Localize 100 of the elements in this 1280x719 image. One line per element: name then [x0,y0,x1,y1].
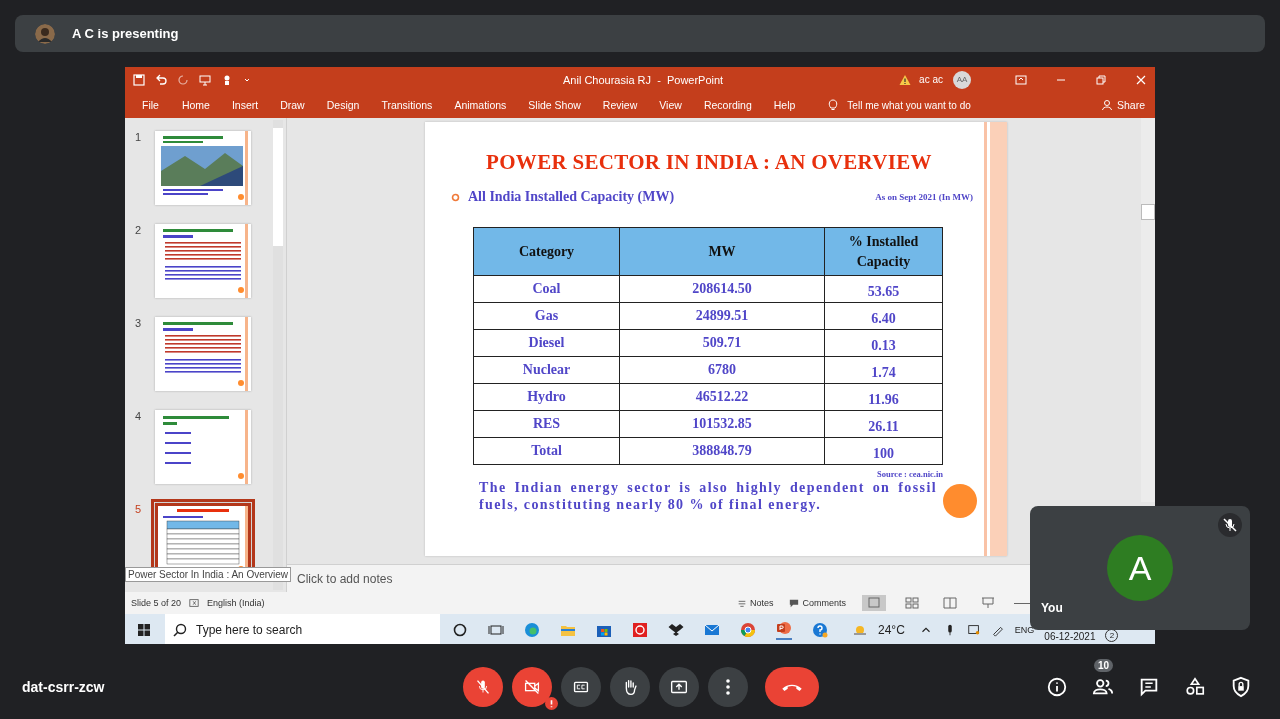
comments-button[interactable]: Comments [789,598,846,608]
slide-thumbnail[interactable] [155,410,251,484]
language-label[interactable]: English (India) [207,598,265,608]
table-cell: 388848.79 [619,437,825,465]
slide-thumbnail[interactable] [155,131,251,205]
ribbon-tab[interactable]: Slide Show [528,99,581,111]
shield-lock-icon[interactable] [1230,676,1252,698]
ribbon-tab[interactable]: View [659,99,682,111]
ribbon-tab[interactable]: Recording [703,99,752,111]
column-header: Category [473,227,620,276]
person-icon [1100,99,1113,111]
more-options-button[interactable] [708,667,748,707]
present-button[interactable] [659,667,699,707]
table-cell: 100 [824,437,943,465]
table-cell: Coal [473,275,620,303]
table-cell: 208614.50 [619,275,825,303]
account-name[interactable]: ac ac [919,74,943,85]
save-icon[interactable] [133,73,145,86]
language-indicator[interactable]: ENG [1014,624,1035,635]
slide-number: 1 [134,131,143,143]
undo-icon[interactable] [155,73,167,86]
account-avatar[interactable]: AA [953,70,971,89]
ribbon-display-icon[interactable] [1015,73,1027,86]
comment-icon [789,598,800,608]
decorative-dot [943,484,977,518]
notes-button[interactable]: Notes [736,598,774,608]
table-cell: Gas [473,302,620,330]
slide-thumbnail[interactable] [155,317,251,391]
taskbar-date[interactable]: 06-12-2021 [1044,631,1096,642]
scrollbar[interactable] [1141,118,1155,502]
ribbon-tab[interactable]: Insert [231,99,259,111]
restore-icon[interactable] [1095,73,1107,86]
bullet-icon [451,192,460,202]
table-cell: 6780 [619,356,825,384]
presenter-label: A C is presenting [72,26,179,41]
display-icon[interactable] [966,622,981,637]
ribbon-tab[interactable]: File [142,99,159,111]
table-cell: 101532.85 [619,410,825,438]
windows-icon[interactable] [136,621,152,638]
camera-button[interactable] [512,667,552,707]
table-cell: RES [473,410,620,438]
ribbon-tab[interactable]: Help [773,99,796,111]
participant-count: 10 [1094,659,1114,672]
participant-name: You [1041,601,1063,615]
date-note: As on Sept 2021 (In MW) [875,192,973,202]
avatar-initial: A [1107,535,1173,601]
ribbon-tab[interactable]: Animations [454,99,507,111]
table-cell: 46512.22 [619,383,825,411]
alert-badge [545,697,558,710]
more-icon [726,679,730,695]
chat-icon[interactable] [1138,676,1160,698]
slide-thumbnail[interactable] [155,224,251,298]
chrome-icon[interactable] [740,621,756,638]
table-cell: Total [473,437,620,465]
slide-number: 5 [134,503,143,515]
phone-icon [782,683,802,691]
ribbon-tab[interactable]: Home [181,99,210,111]
table-cell: 0.13 [824,329,943,357]
ribbon-tab[interactable]: Draw [280,99,305,111]
column-header: MW [619,227,825,276]
table-cell: 26.11 [824,410,943,438]
leave-call-button[interactable] [765,667,819,707]
share-button[interactable]: Share [1100,99,1145,111]
tooltip: Power Sector In India : An Overview [125,567,292,582]
ribbon-tab[interactable]: Design [326,99,360,111]
table-cell: 6.40 [824,302,943,330]
slideshow-icon[interactable] [199,73,211,86]
ribbon-tab[interactable]: Transitions [381,99,433,111]
tell-me-field[interactable]: Tell me what you want to do [847,99,971,111]
powerpoint-icon[interactable] [776,619,792,640]
table-cell: 11.96 [824,383,943,411]
notes-field[interactable]: Click to add notes [297,571,393,586]
browser-icon[interactable] [524,621,540,638]
bullet-text: All India Installed Capacity (MW) [468,189,675,205]
ribbon-tab[interactable]: Review [602,99,638,111]
window-title: Anil Chourasia RJ - PowerPoint [563,73,725,86]
table-cell: 53.65 [824,275,943,303]
accessibility-icon[interactable] [189,598,200,608]
column-header: % Installed Capacity [824,227,943,276]
weather-temperature[interactable]: 24°C [878,622,905,637]
table-cell: Nuclear [473,356,620,384]
meeting-code: dat-csrr-zcw [22,679,106,695]
avatar-icon [35,23,55,44]
ring-app-icon[interactable] [632,621,648,638]
table-cell: 1.74 [824,356,943,384]
slide-number: 4 [134,410,143,422]
raise-hand-button[interactable] [610,667,650,707]
close-icon[interactable] [1135,73,1147,86]
activities-icon[interactable] [1184,676,1206,698]
box-icon[interactable] [668,621,684,638]
info-icon[interactable] [1046,676,1068,698]
table-cell: 509.71 [619,329,825,357]
slide-number: 2 [134,224,143,236]
taskbar-search-box[interactable]: Type here to search [165,614,440,644]
captions-button[interactable] [561,667,601,707]
source-note: Source : cea.nic.in [877,469,943,479]
help-icon[interactable] [812,621,828,638]
summary-text: The Indian energy sector is also highly dependent on fossil fuels, constituting nearly 80 % of final energy. [479,479,937,513]
microphone-button[interactable] [463,667,503,707]
search-icon [172,621,188,638]
